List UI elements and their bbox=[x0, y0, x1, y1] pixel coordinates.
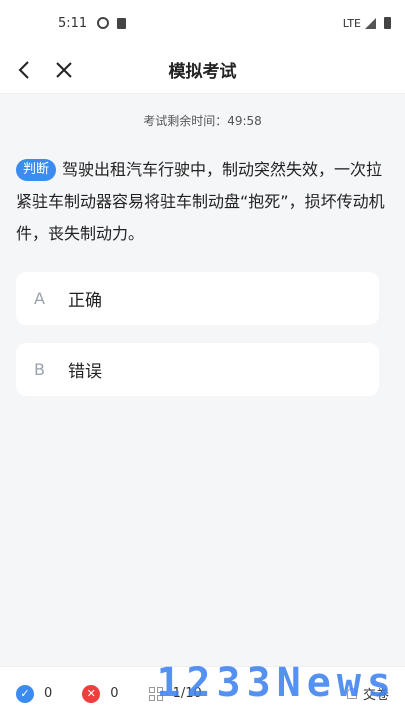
question: 判断 驾驶出租汽车行驶中，制动突然失效，一次拉紧驻车制动器容易将驻车制动盘“抱死”… bbox=[16, 154, 389, 250]
network-type: LTE bbox=[342, 16, 361, 30]
sd-card-icon bbox=[117, 17, 127, 29]
wrong-counter[interactable]: ✕ 0 bbox=[82, 684, 119, 703]
grid-icon bbox=[148, 686, 163, 701]
progress-text: 1/10 bbox=[172, 686, 202, 701]
question-text: 驾驶出租汽车行驶中，制动突然失效，一次拉紧驻车制动器容易将驻车制动盘“抱死”，损… bbox=[16, 160, 385, 243]
check-icon: ✓ bbox=[16, 684, 34, 703]
option-text: 错误 bbox=[68, 362, 102, 382]
question-grid-button[interactable]: 1/10 bbox=[148, 686, 202, 701]
option-text: 正确 bbox=[68, 291, 102, 311]
question-type-badge: 判断 bbox=[16, 159, 57, 181]
wrong-count: 0 bbox=[110, 686, 119, 701]
option-letter: A bbox=[34, 289, 45, 308]
bell-icon bbox=[346, 688, 357, 699]
close-icon[interactable] bbox=[44, 46, 84, 94]
exam-timer: 考试剩余时间：49:58 bbox=[143, 114, 262, 128]
notification-icon bbox=[97, 17, 110, 29]
nav-bar: 模拟考试 bbox=[0, 46, 405, 94]
cross-icon: ✕ bbox=[82, 684, 101, 703]
correct-counter[interactable]: ✓ 0 bbox=[16, 684, 53, 703]
correct-count: 0 bbox=[44, 686, 53, 701]
battery-icon bbox=[384, 17, 391, 29]
signal-icon bbox=[365, 17, 376, 29]
status-bar: 5:11 LTE bbox=[0, 0, 405, 46]
submit-label: 交卷 bbox=[362, 688, 389, 703]
bottom-bar: ✓ 0 ✕ 0 1/10 交卷 bbox=[0, 666, 405, 720]
option-a[interactable]: A 正确 bbox=[16, 272, 379, 325]
submit-button[interactable]: 交卷 bbox=[346, 684, 389, 703]
back-icon[interactable] bbox=[4, 46, 44, 94]
option-letter: B bbox=[34, 360, 45, 379]
status-time: 5:11 bbox=[58, 15, 88, 31]
option-b[interactable]: B 错误 bbox=[16, 343, 379, 396]
